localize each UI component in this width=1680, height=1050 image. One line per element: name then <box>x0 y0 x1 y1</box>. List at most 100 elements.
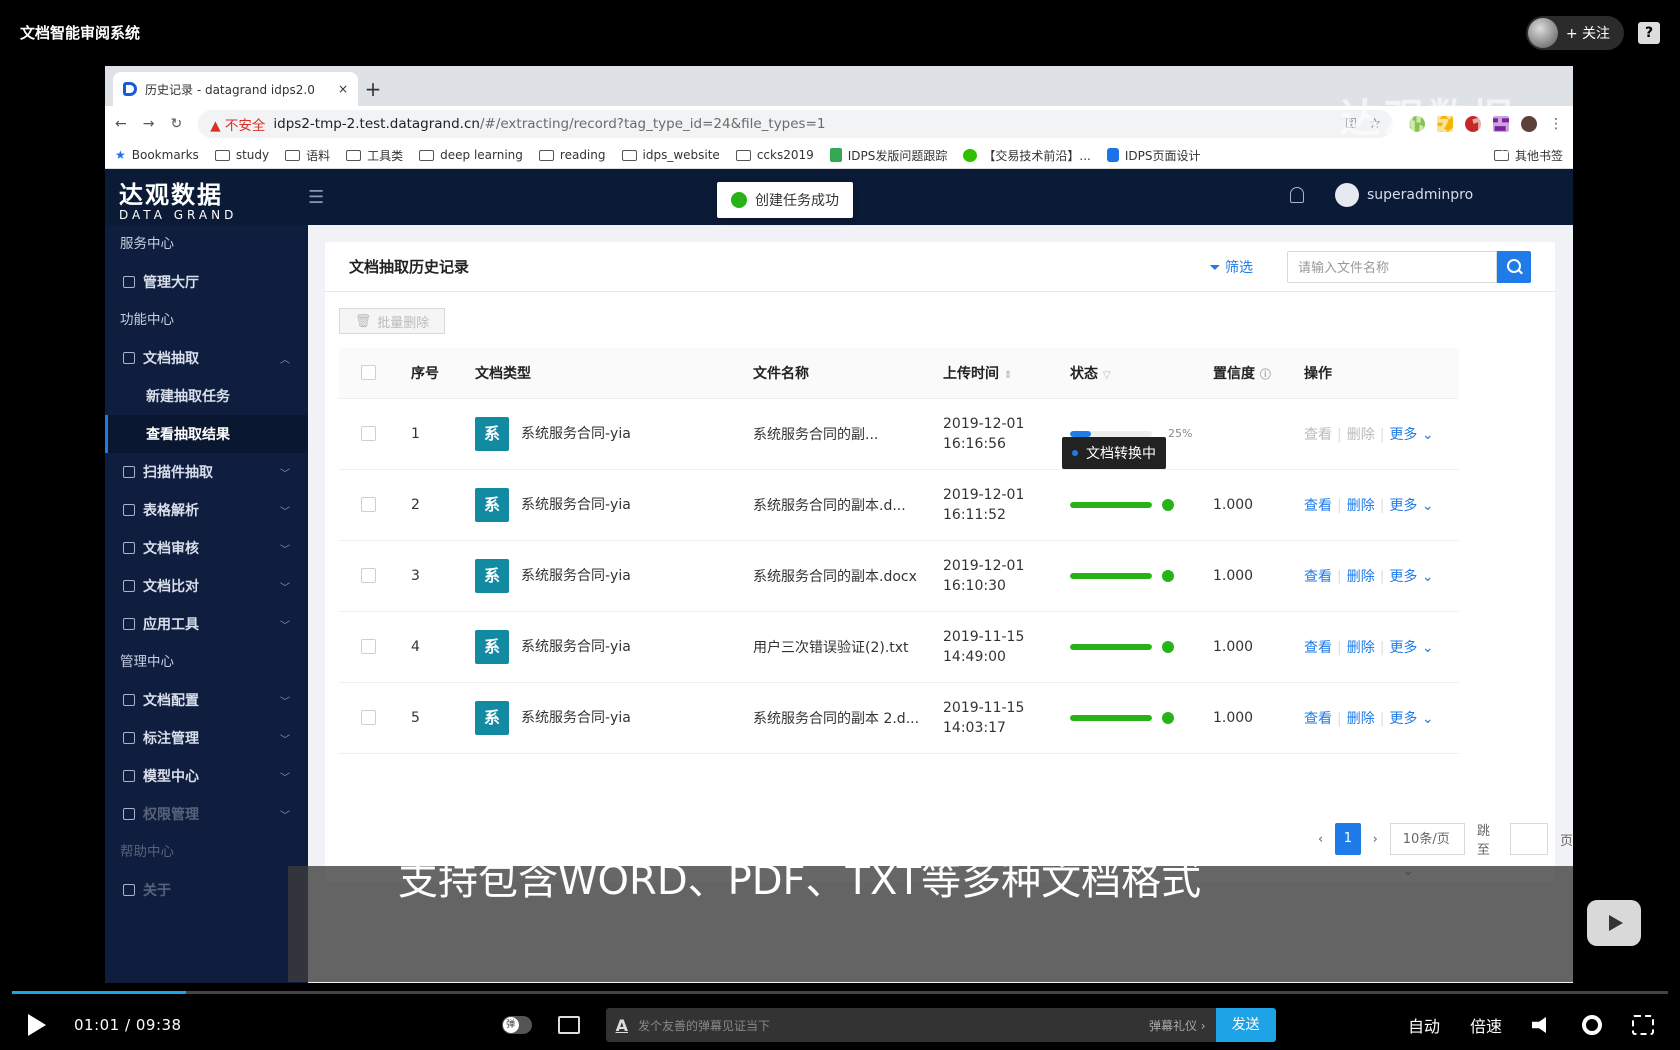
sidebar-item-doc-extract[interactable]: 文档抽取 ︿ <box>105 339 308 377</box>
jump-input[interactable] <box>1509 823 1548 855</box>
check-icon <box>1162 640 1174 653</box>
delete-link[interactable]: 删除 <box>1347 640 1375 656</box>
page-number[interactable]: 1 <box>1335 823 1361 855</box>
fullscreen-icon[interactable] <box>1632 1015 1654 1035</box>
row-checkbox[interactable] <box>361 710 376 725</box>
next-page-button[interactable]: › <box>1373 832 1378 847</box>
row-checkbox[interactable] <box>361 568 376 583</box>
danmu-toggle[interactable] <box>501 1016 532 1034</box>
delete-link[interactable]: 删除 <box>1347 711 1375 727</box>
sidebar-item-new-task[interactable]: 新建抽取任务 <box>105 377 308 415</box>
user-menu[interactable]: superadminpro <box>1335 183 1473 207</box>
delete-link[interactable]: 删除 <box>1347 498 1375 514</box>
sidebar-item-doc-config[interactable]: 文档配置 ﹀ <box>105 681 308 719</box>
bilibili-tv-icon[interactable] <box>1587 900 1641 946</box>
row-index: 1 <box>411 398 475 470</box>
row-status <box>1070 682 1213 754</box>
bookmark-item[interactable]: reading <box>538 148 606 162</box>
danmu-etiquette-link[interactable]: 弹幕礼仪 › <box>1149 1017 1206 1034</box>
progress-bar <box>1070 643 1152 650</box>
menu-icon[interactable]: ⋮ <box>1549 116 1563 132</box>
table-row[interactable]: 1 系系统服务合同-yia 系统服务合同的副... 2019-12-01 16:1… <box>339 398 1459 470</box>
sidebar-item-label-mgmt[interactable]: 标注管理 ﹀ <box>105 719 308 757</box>
row-checkbox[interactable] <box>361 639 376 654</box>
sidebar-item-doc-compare[interactable]: 文档比对 ﹀ <box>105 567 308 605</box>
browser-tab[interactable]: 历史记录 - datagrand idps2.0 × <box>113 72 358 106</box>
bookmark-item[interactable]: study <box>214 148 269 162</box>
view-link[interactable]: 查看 <box>1304 427 1332 443</box>
menu-collapse-icon[interactable]: ☰ <box>308 187 324 208</box>
view-link[interactable]: 查看 <box>1304 569 1332 585</box>
view-link[interactable]: 查看 <box>1304 640 1332 656</box>
bookmark-item[interactable]: 语料 <box>285 147 330 164</box>
gear-icon[interactable] <box>1582 1015 1602 1035</box>
more-link[interactable]: 更多 ⌄ <box>1389 427 1433 443</box>
video-progress-track[interactable] <box>12 991 1668 994</box>
bookmark-item[interactable]: IDPS发版问题跟踪 <box>829 147 947 164</box>
sidebar-item-dashboard[interactable]: 管理大厅 <box>105 263 308 301</box>
sidebar-item-scan-extract[interactable]: 扫描件抽取 ﹀ <box>105 453 308 491</box>
danmu-input[interactable]: A 发个友善的弹幕见证当下 弹幕礼仪 › <box>605 1008 1216 1042</box>
new-tab-button[interactable]: + <box>358 72 388 106</box>
bookmark-item[interactable]: IDPS页面设计 <box>1106 147 1200 164</box>
sidebar-item-app-tools[interactable]: 应用工具 ﹀ <box>105 605 308 643</box>
sidebar-item-doc-review[interactable]: 文档审核 ﹀ <box>105 529 308 567</box>
sidebar-item-model-center[interactable]: 模型中心 ﹀ <box>105 757 308 795</box>
follow-button[interactable]: + 关注 <box>1525 16 1624 50</box>
chevron-down-icon: ﹀ <box>280 506 290 518</box>
more-link[interactable]: 更多 ⌄ <box>1389 498 1433 514</box>
sidebar-item-table-parse[interactable]: 表格解析 ﹀ <box>105 491 308 529</box>
bookmark-item[interactable]: ★ Bookmarks <box>115 148 199 162</box>
sidebar-item-about[interactable]: 关于 <box>105 871 308 909</box>
table-row[interactable]: 2 系系统服务合同-yia 系统服务合同的副本.d... 2019-12-01 1… <box>339 469 1459 541</box>
doc-icon <box>1106 148 1119 162</box>
more-link[interactable]: 更多 ⌄ <box>1389 711 1433 727</box>
row-checkbox[interactable] <box>361 497 376 512</box>
quality-button[interactable]: 自动 <box>1408 1013 1440 1037</box>
bookmark-item[interactable]: 【交易技术前沿】... <box>963 147 1091 164</box>
prev-page-button[interactable]: ‹ <box>1318 832 1323 847</box>
bookmark-item[interactable]: deep learning <box>419 148 523 162</box>
forward-icon[interactable]: → <box>143 116 155 132</box>
volume-icon[interactable] <box>1532 1017 1546 1033</box>
danmu-settings-icon[interactable] <box>557 1016 580 1034</box>
bookmark-item[interactable]: idps_website <box>621 148 720 162</box>
player-controls-right: 自动 倍速 <box>1408 1013 1654 1037</box>
delete-link[interactable]: 删除 <box>1347 427 1375 443</box>
bulk-delete-button[interactable]: 🗑 批量删除 <box>339 308 445 334</box>
help-icon[interactable]: ? <box>1638 22 1660 44</box>
more-link[interactable]: 更多 ⌄ <box>1389 569 1433 585</box>
search-button[interactable] <box>1497 250 1531 283</box>
select-all-checkbox[interactable] <box>361 365 376 381</box>
bookmark-item[interactable]: ccks2019 <box>735 148 814 162</box>
reload-icon[interactable]: ↻ <box>170 116 182 132</box>
speed-button[interactable]: 倍速 <box>1470 1013 1502 1037</box>
danmu-style-icon[interactable]: A <box>616 1016 628 1035</box>
table-row[interactable]: 4 系系统服务合同-yia 用户三次错误验证(2).txt 2019-11-15… <box>339 611 1459 683</box>
screen-recording: 历史记录 - datagrand idps2.0 × + ← → ↻ ▲ 不安全… <box>105 66 1573 983</box>
view-link[interactable]: 查看 <box>1304 498 1332 514</box>
sidebar-item-permission[interactable]: 权限管理 ﹀ <box>105 795 308 833</box>
search-input[interactable]: 请输入文件名称 <box>1287 250 1497 283</box>
more-link[interactable]: 更多 ⌄ <box>1389 640 1433 656</box>
view-link[interactable]: 查看 <box>1304 711 1332 727</box>
back-icon[interactable]: ← <box>115 116 127 132</box>
page-size-select[interactable]: 10条/页 ⌄ <box>1389 823 1465 879</box>
col-status[interactable]: 状态 ▽ <box>1070 348 1213 399</box>
sidebar-item-view-results[interactable]: 查看抽取结果 <box>105 415 308 453</box>
table-row[interactable]: 3 系系统服务合同-yia 系统服务合同的副本.docx 2019-12-01 1… <box>339 540 1459 612</box>
row-checkbox[interactable] <box>361 426 376 441</box>
url-field[interactable]: ▲ 不安全 idps2-tmp-2.test.datagrand.cn/#/ex… <box>198 110 1393 138</box>
tab-close-icon[interactable]: × <box>338 82 348 96</box>
delete-link[interactable]: 删除 <box>1347 569 1375 585</box>
video-subtitle: 支持包含WORD、PDF、TXT等多种文档格式 <box>398 858 1202 904</box>
play-icon[interactable] <box>28 1014 46 1036</box>
send-button[interactable]: 发送 <box>1215 1008 1276 1042</box>
bell-icon[interactable] <box>1290 187 1304 203</box>
grid-icon <box>123 276 135 288</box>
col-upload-time[interactable]: 上传时间 ⇕ <box>943 348 1070 399</box>
filter-button[interactable]: ⏷ 筛选 <box>1209 257 1253 277</box>
bookmark-item[interactable]: 工具类 <box>346 147 403 164</box>
table-row[interactable]: 5 系系统服务合同-yia 系统服务合同的副本 2.d... 2019-11-1… <box>339 682 1459 754</box>
row-file-name: 用户三次错误验证(2).txt <box>753 611 943 683</box>
